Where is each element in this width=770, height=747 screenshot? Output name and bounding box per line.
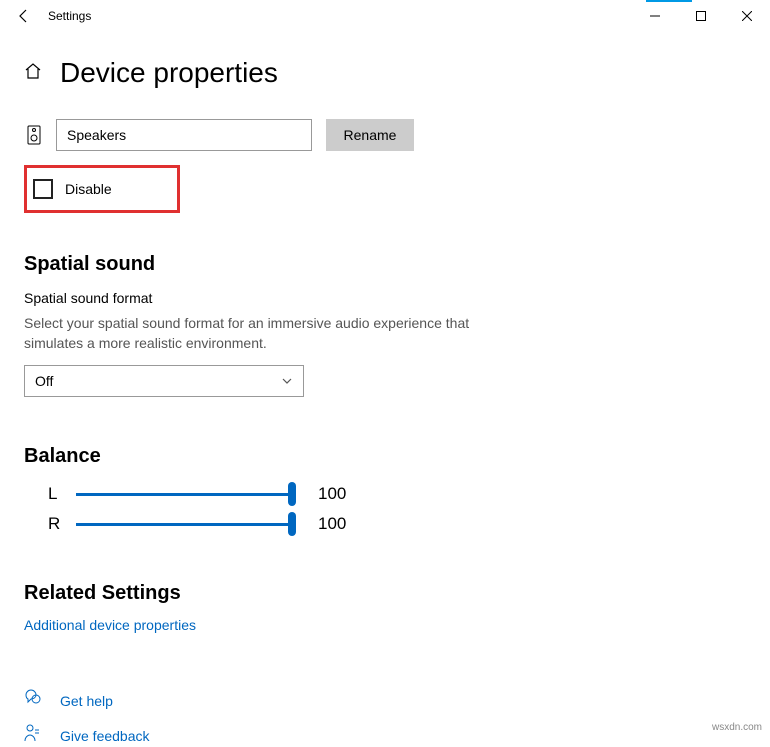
rename-button[interactable]: Rename [326, 119, 414, 151]
get-help-link[interactable]: Get help [60, 693, 113, 709]
minimize-button[interactable] [632, 0, 678, 32]
additional-device-properties-link[interactable]: Additional device properties [24, 617, 196, 633]
balance-right-label: R [48, 514, 76, 534]
back-button[interactable] [8, 0, 40, 32]
device-name-input[interactable] [56, 119, 312, 151]
titlebar: Settings [0, 0, 770, 32]
maximize-icon [696, 11, 706, 21]
spatial-format-select[interactable]: Off [24, 365, 304, 397]
give-feedback-row: Give feedback [24, 724, 746, 747]
person-icon [24, 724, 48, 747]
balance-title: Balance [24, 445, 746, 468]
give-feedback-link[interactable]: Give feedback [60, 728, 150, 744]
maximize-button[interactable] [678, 0, 724, 32]
spatial-format-label: Spatial sound format [24, 290, 746, 306]
slider-thumb [288, 512, 296, 536]
slider-track [76, 523, 296, 526]
arrow-left-icon [16, 8, 32, 24]
window-controls [632, 0, 770, 32]
close-icon [742, 11, 752, 21]
spatial-selected-value: Off [35, 373, 53, 389]
balance-right-value: 100 [318, 514, 346, 534]
page-title: Device properties [60, 57, 278, 89]
watermark: wsxdn.com [712, 722, 762, 733]
disable-highlight-box: Disable [24, 165, 180, 213]
balance-left-row: L 100 [48, 482, 746, 506]
balance-right-row: R 100 [48, 512, 746, 536]
disable-label: Disable [65, 181, 112, 197]
spatial-sound-title: Spatial sound [24, 253, 746, 276]
related-settings-title: Related Settings [24, 582, 746, 605]
slider-thumb [288, 482, 296, 506]
close-button[interactable] [724, 0, 770, 32]
spatial-description: Select your spatial sound format for an … [24, 314, 484, 353]
balance-left-slider[interactable] [76, 482, 296, 506]
speaker-icon [24, 125, 44, 145]
get-help-row: Get help [24, 689, 746, 712]
device-name-row: Rename [24, 119, 746, 151]
app-title: Settings [48, 9, 91, 23]
slider-track [76, 493, 296, 496]
balance-left-value: 100 [318, 484, 346, 504]
disable-checkbox[interactable] [33, 179, 53, 199]
minimize-icon [650, 11, 660, 21]
page-header: Device properties [24, 57, 746, 89]
chat-icon [24, 689, 48, 712]
balance-left-label: L [48, 484, 76, 504]
home-icon[interactable] [24, 62, 42, 85]
balance-right-slider[interactable] [76, 512, 296, 536]
chevron-down-icon [281, 375, 293, 387]
